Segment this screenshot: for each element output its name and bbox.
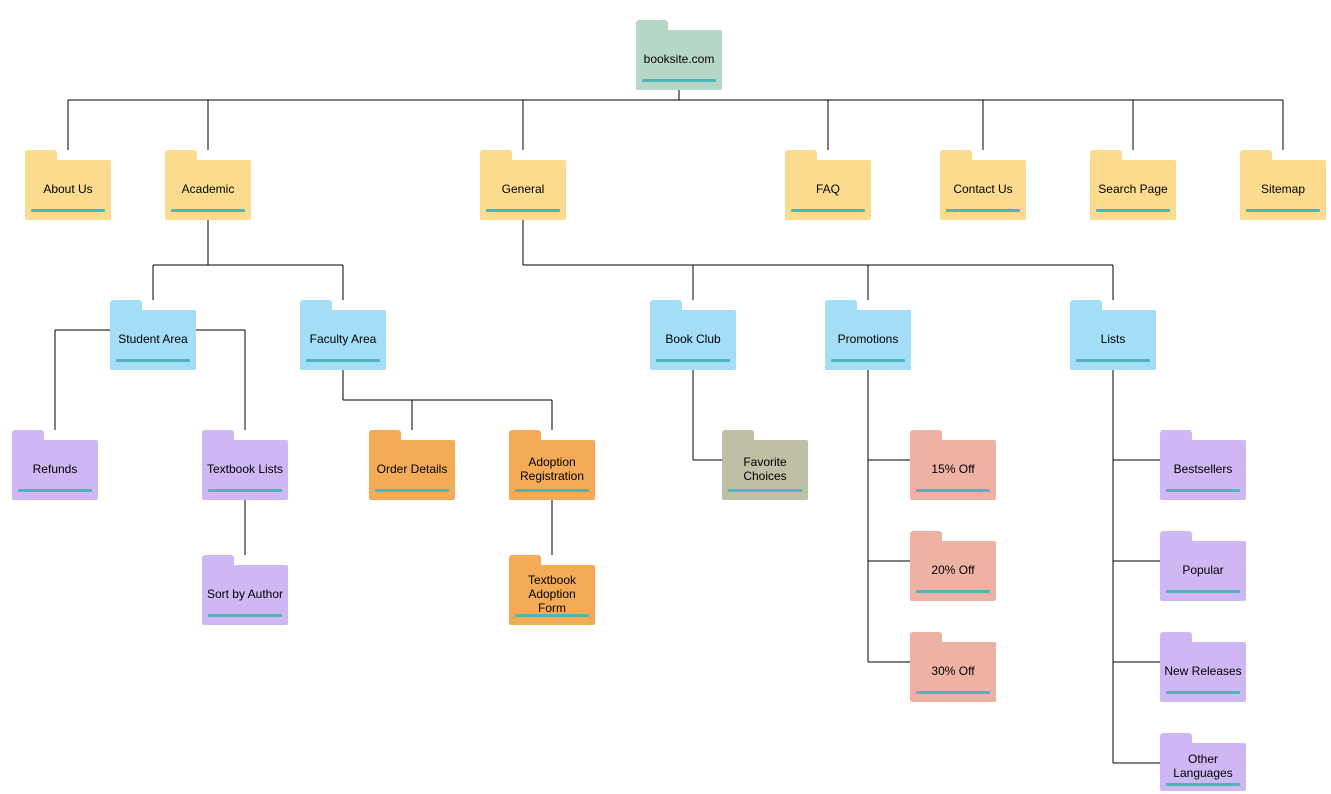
node-adoption-registration[interactable]: Adoption Registration <box>509 440 595 500</box>
node-label: Sitemap <box>1261 183 1305 197</box>
node-label: 30% Off <box>931 665 974 679</box>
node-label: 15% Off <box>931 463 974 477</box>
node-30-off[interactable]: 30% Off <box>910 642 996 702</box>
node-new-releases[interactable]: New Releases <box>1160 642 1246 702</box>
node-favorite-choices[interactable]: Favorite Choices <box>722 440 808 500</box>
node-faculty-area[interactable]: Faculty Area <box>300 310 386 370</box>
node-other-languages[interactable]: Other Languages <box>1160 743 1246 791</box>
node-student-area[interactable]: Student Area <box>110 310 196 370</box>
node-15-off[interactable]: 15% Off <box>910 440 996 500</box>
node-contact-us[interactable]: Contact Us <box>940 160 1026 220</box>
node-label: Bestsellers <box>1174 463 1233 477</box>
node-label: Student Area <box>118 333 187 347</box>
node-label: Adoption Registration <box>513 456 591 484</box>
node-popular[interactable]: Popular <box>1160 541 1246 601</box>
node-faq[interactable]: FAQ <box>785 160 871 220</box>
node-root[interactable]: booksite.com <box>636 30 722 90</box>
node-label: Lists <box>1101 333 1126 347</box>
node-label: General <box>502 183 545 197</box>
sitemap-diagram: booksite.com About Us Academic General F… <box>0 0 1331 794</box>
node-academic[interactable]: Academic <box>165 160 251 220</box>
node-label: Popular <box>1182 564 1223 578</box>
node-label: Order Details <box>377 463 448 477</box>
node-order-details[interactable]: Order Details <box>369 440 455 500</box>
node-label: FAQ <box>816 183 840 197</box>
node-sitemap[interactable]: Sitemap <box>1240 160 1326 220</box>
node-label: About Us <box>43 183 92 197</box>
node-textbook-lists[interactable]: Textbook Lists <box>202 440 288 500</box>
node-promotions[interactable]: Promotions <box>825 310 911 370</box>
node-refunds[interactable]: Refunds <box>12 440 98 500</box>
node-sort-by-author[interactable]: Sort by Author <box>202 565 288 625</box>
node-label: Refunds <box>33 463 78 477</box>
node-book-club[interactable]: Book Club <box>650 310 736 370</box>
node-about-us[interactable]: About Us <box>25 160 111 220</box>
node-label: Other Languages <box>1164 753 1242 781</box>
node-search-page[interactable]: Search Page <box>1090 160 1176 220</box>
connector-lines <box>0 0 1331 794</box>
node-label: Contact Us <box>953 183 1012 197</box>
node-general[interactable]: General <box>480 160 566 220</box>
node-label: booksite.com <box>644 53 715 67</box>
node-bestsellers[interactable]: Bestsellers <box>1160 440 1246 500</box>
node-lists[interactable]: Lists <box>1070 310 1156 370</box>
node-label: Book Club <box>665 333 720 347</box>
node-label: New Releases <box>1164 665 1241 679</box>
node-label: Textbook Lists <box>207 463 283 477</box>
node-20-off[interactable]: 20% Off <box>910 541 996 601</box>
node-label: Academic <box>182 183 235 197</box>
node-label: Favorite Choices <box>726 456 804 484</box>
node-label: Sort by Author <box>207 588 283 602</box>
node-label: 20% Off <box>931 564 974 578</box>
node-label: Promotions <box>838 333 899 347</box>
node-label: Textbook Adoption Form <box>513 574 591 615</box>
node-label: Search Page <box>1098 183 1167 197</box>
node-label: Faculty Area <box>310 333 377 347</box>
node-textbook-adoption-form[interactable]: Textbook Adoption Form <box>509 565 595 625</box>
